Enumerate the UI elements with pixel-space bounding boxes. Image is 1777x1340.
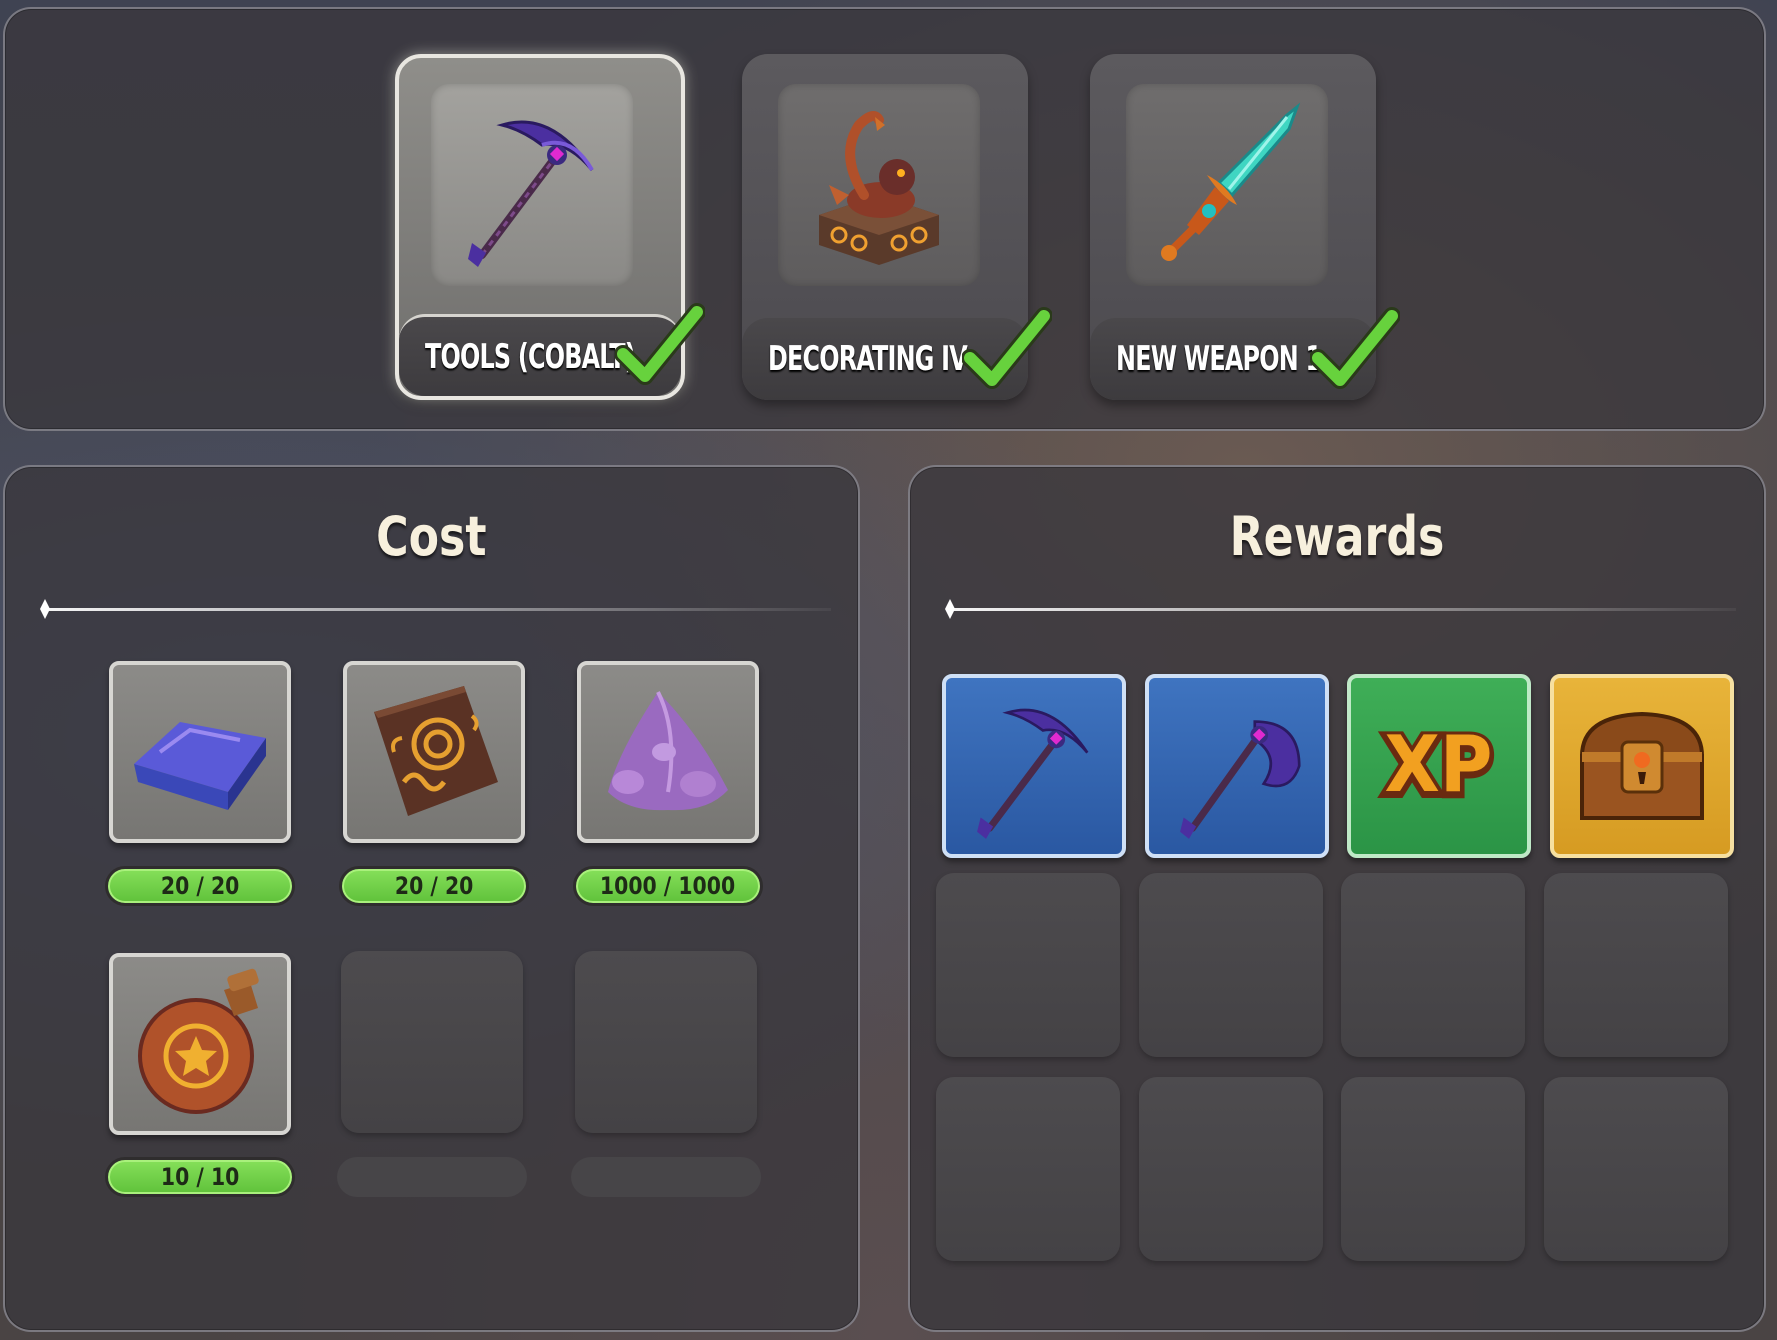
reward-slot-treasure-chest[interactable] xyxy=(1550,674,1734,858)
cost-title: Cost xyxy=(376,505,487,568)
reward-slot-empty xyxy=(1139,1077,1323,1261)
crystal-sword-icon xyxy=(1126,84,1328,286)
checkmark-icon xyxy=(1310,307,1400,389)
reward-slot-empty xyxy=(936,1077,1120,1261)
cobalt-ingot-icon xyxy=(134,722,266,810)
reward-slot-empty xyxy=(1544,873,1728,1057)
treasure-chest-icon xyxy=(1579,711,1705,820)
cobalt-pickaxe-icon xyxy=(977,708,1089,839)
reward-slot-empty xyxy=(1341,873,1525,1057)
prerequisites-panel: TOOLS (COBALT) DECORATING IV NEW WEAPON … xyxy=(3,7,1766,431)
prereq-card-decorating-iv[interactable]: DECORATING IV xyxy=(742,54,1052,400)
cost-slot-cobalt-ingot[interactable] xyxy=(109,661,291,843)
scorpion-statue-icon xyxy=(778,84,980,286)
cost-slot-empty xyxy=(341,951,523,1133)
cobalt-pickaxe-icon xyxy=(431,84,633,286)
checkmark-icon xyxy=(615,303,705,385)
reward-slot-empty xyxy=(936,873,1120,1057)
reward-slot-empty xyxy=(1139,873,1323,1057)
checkmark-icon xyxy=(962,307,1052,389)
star-potion-icon xyxy=(138,968,259,1114)
rune-tablet-icon xyxy=(374,686,498,816)
rewards-title: Rewards xyxy=(1229,505,1445,568)
reward-slot-empty xyxy=(1341,1077,1525,1261)
cost-panel: Cost 20 / 20 20 / 20 1000 / 1000 10 / 10 xyxy=(3,465,860,1332)
cost-count: 1000 / 1000 xyxy=(573,866,763,906)
reward-slot-xp[interactable]: XP XP xyxy=(1347,674,1531,858)
cost-count-empty xyxy=(571,1157,761,1197)
reward-slot-cobalt-axe[interactable] xyxy=(1145,674,1329,858)
cost-count: 10 / 10 xyxy=(105,1157,295,1197)
cost-count: 20 / 20 xyxy=(105,866,295,906)
cobalt-axe-icon xyxy=(1180,720,1301,839)
amethyst-ore-icon xyxy=(608,691,728,811)
reward-slot-cobalt-pickaxe[interactable] xyxy=(942,674,1126,858)
cost-slot-amethyst-ore[interactable] xyxy=(577,661,759,843)
reward-slot-empty xyxy=(1544,1077,1728,1261)
cost-count-empty xyxy=(337,1157,527,1197)
cost-count: 20 / 20 xyxy=(339,866,529,906)
cost-slot-star-potion[interactable] xyxy=(109,953,291,1135)
prereq-card-new-weapon-1[interactable]: NEW WEAPON 1 xyxy=(1090,54,1400,400)
cost-slot-empty xyxy=(575,951,757,1133)
prereq-card-tools-cobalt[interactable]: TOOLS (COBALT) xyxy=(395,54,705,400)
divider xyxy=(945,599,1736,619)
cost-slot-rune-tablet[interactable] xyxy=(343,661,525,843)
svg-text:XP: XP xyxy=(1385,718,1493,810)
divider xyxy=(40,599,831,619)
rewards-panel: Rewards XP XP xyxy=(908,465,1766,1332)
xp-icon: XP XP xyxy=(1380,715,1498,816)
